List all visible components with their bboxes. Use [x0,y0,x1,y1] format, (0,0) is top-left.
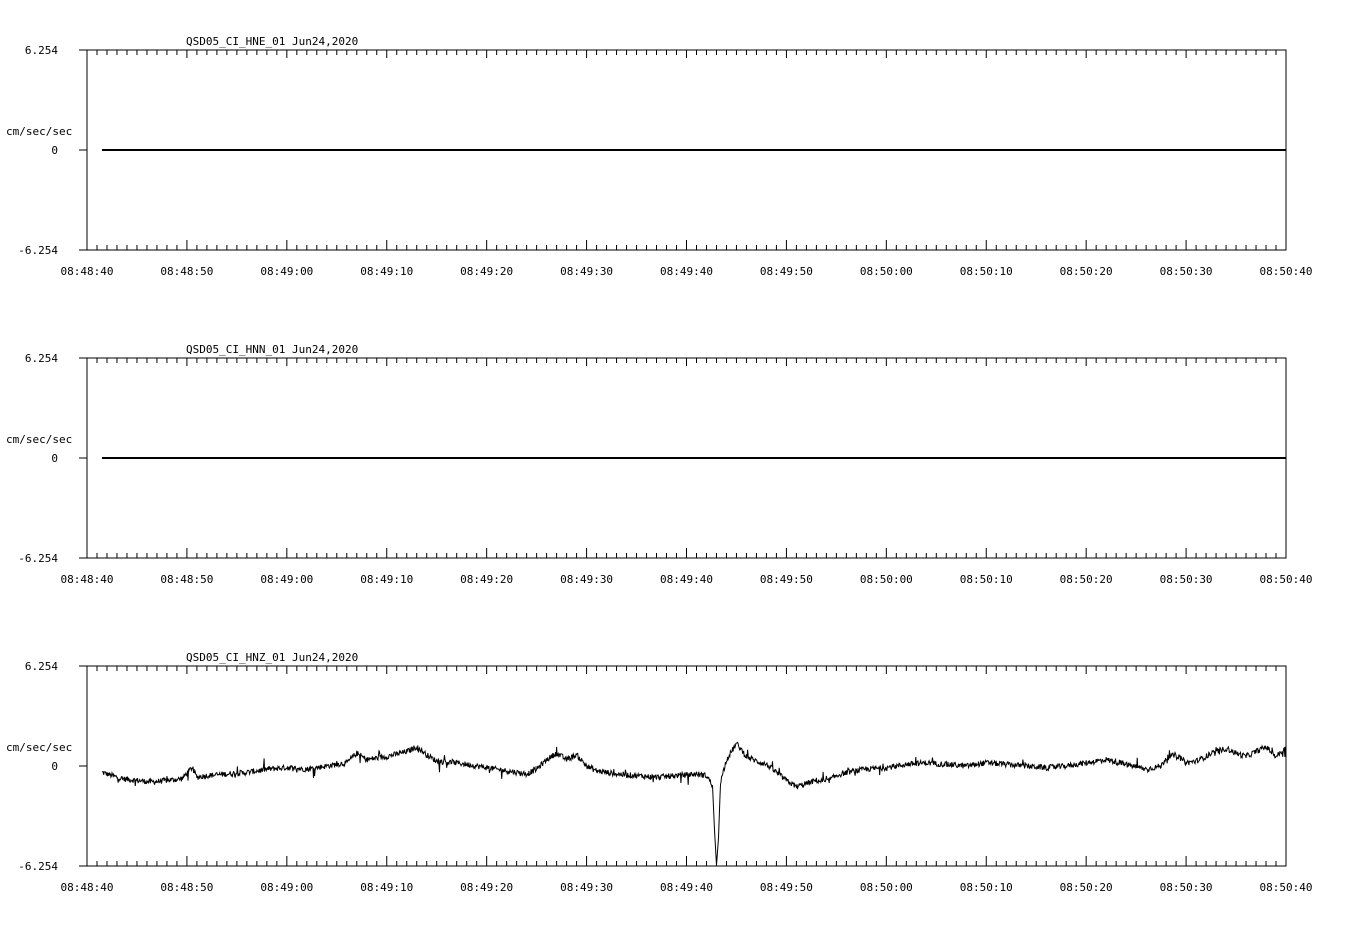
x-tick-label: 08:49:10 [360,881,413,894]
x-tick-label: 08:50:20 [1060,265,1113,278]
x-tick-label: 08:50:10 [960,881,1013,894]
y-axis-label: cm/sec/sec [6,433,72,446]
y-axis-label: cm/sec/sec [6,741,72,754]
x-tick-label: 08:48:40 [61,265,114,278]
x-tick-label: 08:49:10 [360,573,413,586]
chart-title: QSD05_CI_HNE_01 Jun24,2020 [186,35,358,48]
x-tick-label: 08:50:40 [1260,265,1313,278]
x-tick-label: 08:50:40 [1260,881,1313,894]
y-tick-label: 0 [51,144,58,157]
x-tick-label: 08:50:30 [1160,573,1213,586]
x-tick-label: 08:49:40 [660,265,713,278]
x-tick-label: 08:48:50 [160,881,213,894]
x-tick-label: 08:48:40 [61,573,114,586]
x-tick-label: 08:49:20 [460,265,513,278]
x-tick-label: 08:49:30 [560,265,613,278]
panel-2: 6.254 0 -6.254 cm/sec/sec QSD05_CI_HNN_01 Ju… [6,343,1312,586]
y-tick-label: 6.254 [25,352,58,365]
panel-1: 6.254 0 -6.254 cm/sec/sec QSD05_CI_HNE_01 Ju… [6,35,1312,278]
x-tick-label: 08:49:50 [760,881,813,894]
x-tick-label: 08:49:00 [260,881,313,894]
x-tick-label: 08:49:50 [760,265,813,278]
x-tick-label: 08:49:40 [660,881,713,894]
x-tick-label: 08:50:10 [960,265,1013,278]
x-tick-label: 08:50:10 [960,573,1013,586]
chart-title: QSD05_CI_HNN_01 Jun24,2020 [186,343,358,356]
x-tick-label: 08:49:00 [260,573,313,586]
chart-title: QSD05_CI_HNZ_01 Jun24,2020 [186,651,358,664]
x-tick-label: 08:49:00 [260,265,313,278]
x-tick-label: 08:49:40 [660,573,713,586]
x-tick-label: 08:50:30 [1160,265,1213,278]
x-tick-label: 08:48:40 [61,881,114,894]
y-tick-label: -6.254 [18,244,58,257]
y-tick-label: -6.254 [18,860,58,873]
x-tick-label: 08:50:20 [1060,881,1113,894]
x-tick-label: 08:49:10 [360,265,413,278]
y-tick-label: 0 [51,452,58,465]
x-tick-label: 08:49:30 [560,573,613,586]
x-tick-label: 08:50:40 [1260,573,1313,586]
plot-frame [86,665,1287,867]
x-tick-label: 08:50:30 [1160,881,1213,894]
x-tick-label: 08:50:20 [1060,573,1113,586]
panel-3: 6.254 0 -6.254 cm/sec/sec QSD05_CI_HNZ_01 Ju… [6,651,1312,894]
y-tick-label: 6.254 [25,44,58,57]
x-tick-label: 08:48:50 [160,265,213,278]
x-tick-label: 08:48:50 [160,573,213,586]
y-axis-label: cm/sec/sec [6,125,72,138]
y-tick-label: 0 [51,760,58,773]
y-tick-label: 6.254 [25,660,58,673]
x-tick-label: 08:49:50 [760,573,813,586]
x-tick-label: 08:50:00 [860,265,913,278]
seismogram-figure: 6.254 0 -6.254 cm/sec/sec QSD05_CI_HNE_01 Ju… [6,35,1312,894]
x-tick-label: 08:49:20 [460,573,513,586]
y-tick-label: -6.254 [18,552,58,565]
x-tick-label: 08:49:20 [460,881,513,894]
x-tick-label: 08:50:00 [860,881,913,894]
series-line [101,741,1287,866]
x-tick-label: 08:49:30 [560,881,613,894]
x-tick-label: 08:50:00 [860,573,913,586]
